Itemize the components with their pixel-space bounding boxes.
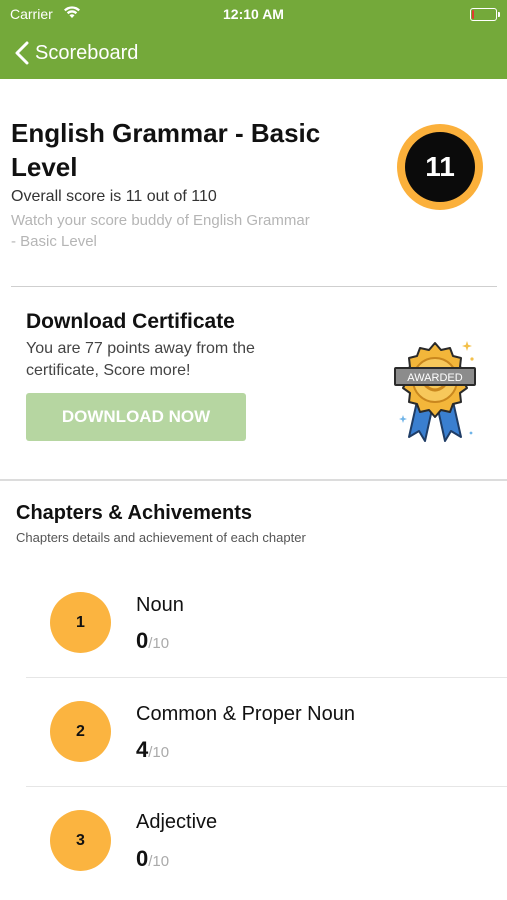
certificate-title: Download Certificate — [26, 310, 235, 333]
chapter-score: 0/10 — [136, 846, 169, 872]
chapter-number-badge: 3 — [50, 810, 111, 871]
chapters-subtitle: Chapters details and achievement of each… — [16, 530, 306, 545]
course-title: English Grammar - Basic Level — [11, 118, 321, 182]
chapter-row[interactable]: 2 Common & Proper Noun 4/10 — [0, 678, 507, 786]
award-banner-text: AWARDED — [407, 372, 462, 384]
chapter-name: Noun — [136, 594, 184, 616]
battery-level — [472, 10, 474, 19]
certificate-description: You are 77 points away from the certific… — [26, 340, 255, 379]
chapter-score-value: 0 — [136, 628, 149, 653]
chapter-number-badge: 2 — [50, 701, 111, 762]
chapter-score-value: 4 — [136, 737, 149, 762]
top-bar: Carrier 12:10 AM Scoreboard — [0, 0, 507, 79]
back-button-label: Scoreboard — [35, 41, 139, 64]
section-divider — [11, 286, 497, 287]
chapter-row[interactable]: 3 Adjective 0/10 — [0, 787, 507, 895]
chapter-score-value: 0 — [136, 846, 149, 871]
chapter-name: Adjective — [136, 811, 218, 833]
score-value: 11 — [405, 132, 475, 202]
section-divider — [0, 479, 507, 481]
chapter-row[interactable]: 1 Noun 0/10 — [0, 570, 507, 678]
watch-score-text: Watch your score buddy of English Gramma… — [11, 212, 310, 250]
battery-icon — [470, 8, 500, 21]
chapter-score: 0/10 — [136, 628, 169, 654]
chapter-number-badge: 1 — [50, 592, 111, 653]
overall-score-text: Overall score is 11 out of 110 — [11, 188, 217, 205]
award-ribbon-icon: AWARDED — [394, 341, 476, 442]
chapter-score-max: /10 — [148, 853, 170, 870]
score-badge: 11 — [397, 124, 483, 210]
status-time: 12:10 AM — [223, 6, 284, 22]
chevron-left-icon — [15, 41, 29, 65]
download-now-button[interactable]: DOWNLOAD NOW — [26, 393, 246, 441]
chapter-score: 4/10 — [136, 737, 169, 763]
chapter-score-max: /10 — [148, 744, 170, 761]
chapter-name: Common & Proper Noun — [136, 703, 355, 725]
chapter-score-max: /10 — [148, 635, 170, 652]
status-bar: Carrier 12:10 AM — [0, 0, 507, 28]
navigation-bar: Scoreboard — [0, 28, 507, 79]
back-button[interactable]: Scoreboard — [14, 38, 138, 68]
chapters-title: Chapters & Achivements — [16, 502, 252, 524]
